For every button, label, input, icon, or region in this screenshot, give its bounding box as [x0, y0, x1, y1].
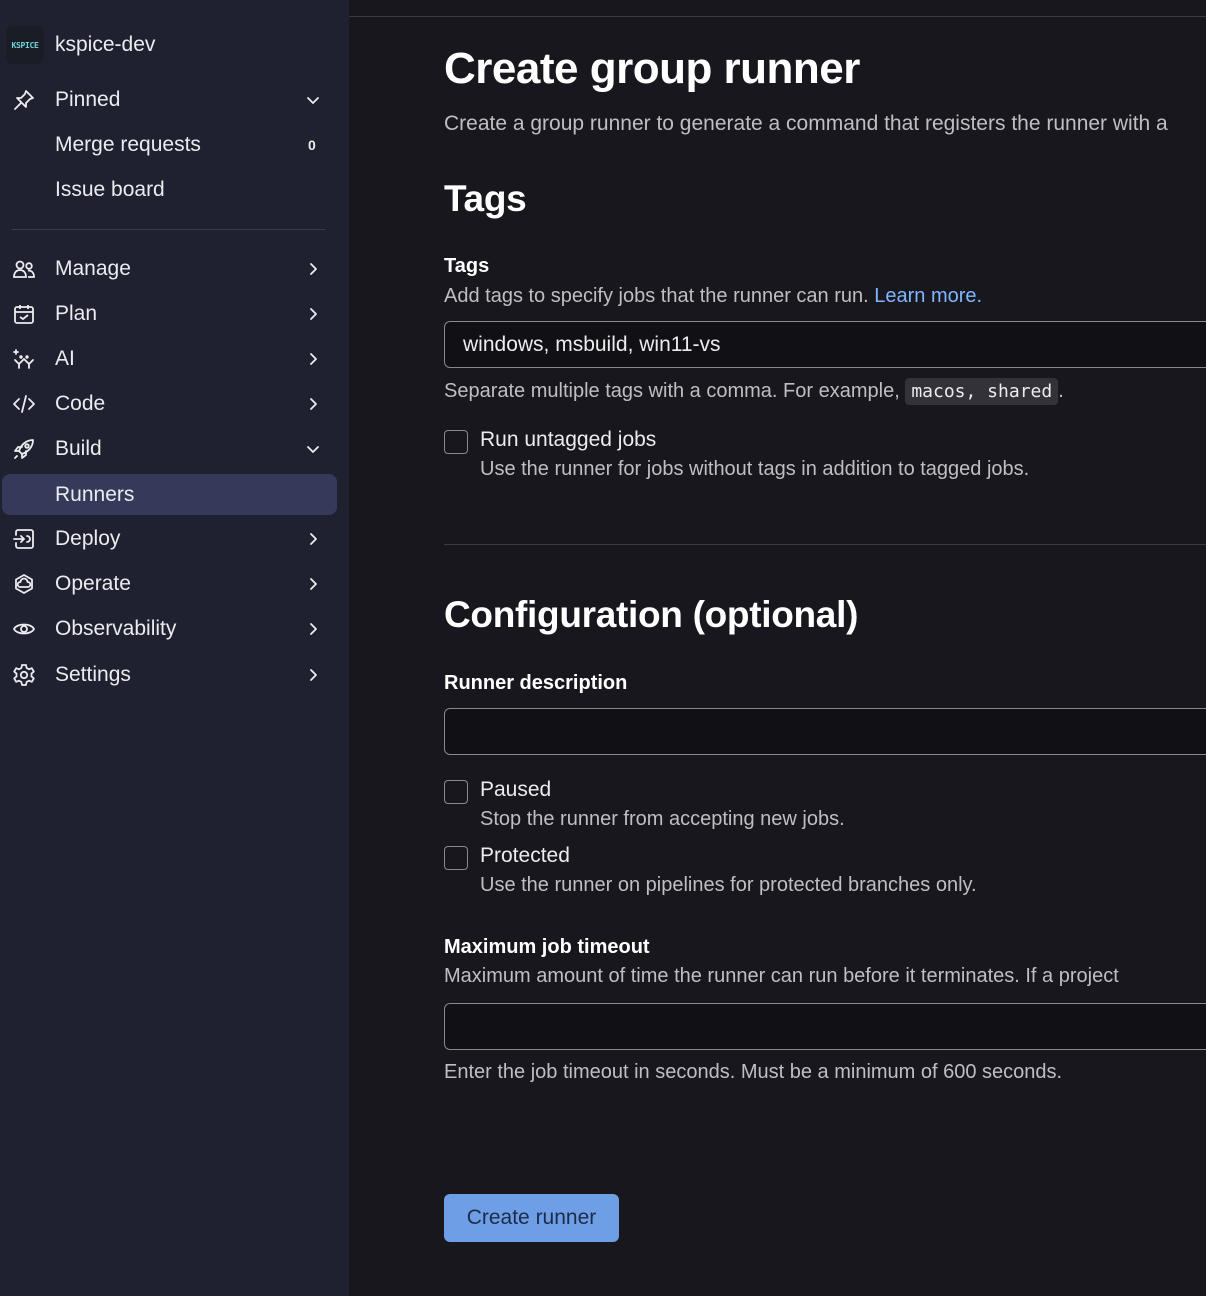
tags-help-suffix: . [1058, 380, 1064, 402]
tags-section-heading: Tags [444, 178, 527, 219]
sidebar-item-label: Build [55, 436, 102, 460]
sidebar-item-deploy[interactable]: Deploy [2, 518, 337, 559]
protected-label[interactable]: Protected [480, 844, 570, 868]
chevron-right-icon [310, 263, 317, 275]
chevron-down-icon [307, 446, 319, 453]
chevron-down-icon [307, 97, 319, 104]
protected-checkbox[interactable] [444, 846, 468, 870]
chevron-right-icon [310, 669, 317, 681]
paused-help: Stop the runner from accepting new jobs. [480, 808, 845, 830]
max-timeout-description: Maximum amount of time the runner can ru… [444, 965, 1119, 987]
tags-description-text: Add tags to specify jobs that the runner… [444, 285, 869, 307]
page-description: Create a group runner to generate a comm… [444, 112, 1168, 135]
sidebar-section-pinned[interactable]: Pinned [2, 79, 337, 120]
tags-input[interactable] [445, 322, 1206, 367]
sparkle-icon [13, 349, 34, 369]
sidebar-item-build[interactable]: Build [2, 428, 337, 469]
sidebar-item-label: Runners [55, 482, 135, 506]
page-title: Create group runner [444, 44, 860, 93]
sidebar-item-label: Plan [55, 301, 98, 325]
group-switcher[interactable]: KSPICE kspice-dev [6, 26, 155, 64]
sidebar-item-label: Pinned [55, 87, 121, 111]
max-timeout-label: Maximum job timeout [444, 936, 650, 958]
tags-label: Tags [444, 255, 490, 277]
sidebar-item-ai[interactable]: AI [2, 338, 337, 379]
thumbtack-icon [14, 90, 34, 110]
chevron-right-icon [310, 398, 317, 410]
group-name: kspice-dev [55, 33, 156, 56]
runner-description-label: Runner description [444, 672, 628, 694]
chevron-right-icon [310, 533, 317, 545]
paused-checkbox[interactable] [444, 780, 468, 804]
run-untagged-checkbox[interactable] [444, 430, 468, 454]
sidebar-divider [12, 229, 325, 230]
sidebar-item-runners[interactable]: Runners [2, 474, 337, 515]
create-runner-button[interactable]: Create runner [444, 1194, 619, 1242]
sidebar-item-merge-requests[interactable]: Merge requests 0 [2, 124, 337, 165]
tags-example-code: macos, shared [905, 378, 1059, 405]
sidebar-item-label: Code [55, 391, 106, 415]
tags-help: Separate multiple tags with a comma. For… [444, 378, 1064, 405]
sidebar: KSPICE kspice-dev Pinned Merge requests … [0, 0, 349, 1296]
configuration-section-heading: Configuration (optional) [444, 594, 859, 635]
sidebar-item-label: Merge requests [55, 132, 201, 156]
group-avatar: KSPICE [6, 26, 44, 64]
run-untagged-label[interactable]: Run untagged jobs [480, 428, 656, 452]
run-untagged-help: Use the runner for jobs without tags in … [480, 458, 1030, 480]
sidebar-item-settings[interactable]: Settings [2, 654, 337, 695]
chevron-right-icon [310, 308, 317, 320]
max-timeout-input[interactable] [445, 1004, 1206, 1049]
sidebar-item-label: Issue board [55, 177, 165, 201]
eye-icon [12, 623, 36, 635]
tags-description: Add tags to specify jobs that the runner… [444, 285, 982, 308]
sidebar-item-label: AI [55, 346, 75, 370]
sidebar-item-label: Settings [55, 662, 131, 686]
sidebar-item-observability[interactable]: Observability [2, 608, 337, 649]
deploy-icon [13, 529, 34, 549]
max-timeout-wrapper [444, 1003, 1206, 1050]
protected-help: Use the runner on pipelines for protecte… [480, 874, 977, 896]
max-timeout-help: Enter the job timeout in seconds. Must b… [444, 1061, 1063, 1083]
rocket-icon [14, 439, 34, 459]
learn-more-link[interactable]: Learn more. [874, 285, 982, 307]
chevron-right-icon [310, 353, 317, 365]
sidebar-item-label: Deploy [55, 526, 121, 550]
chevron-right-icon [310, 623, 317, 635]
sidebar-item-label: Operate [55, 571, 131, 595]
tags-input-wrapper [444, 321, 1206, 368]
tags-help-text: Separate multiple tags with a comma. For… [444, 380, 900, 402]
paused-label[interactable]: Paused [480, 778, 551, 802]
header-border [349, 16, 1206, 17]
section-divider [444, 544, 1206, 545]
sidebar-item-label: Manage [55, 256, 131, 280]
sidebar-item-operate[interactable]: Operate [2, 563, 337, 604]
count-badge: 0 [308, 136, 316, 153]
cloud-icon [15, 574, 33, 594]
sidebar-item-manage[interactable]: Manage [2, 248, 337, 289]
sidebar-item-plan[interactable]: Plan [2, 293, 337, 334]
code-icon [13, 395, 35, 413]
runner-description-input[interactable] [445, 709, 1206, 754]
sidebar-item-code[interactable]: Code [2, 383, 337, 424]
users-icon [13, 260, 35, 278]
sidebar-item-issue-board[interactable]: Issue board [2, 169, 337, 210]
chevron-right-icon [310, 578, 317, 590]
gear-icon [13, 664, 35, 686]
sidebar-item-label: Observability [55, 616, 177, 640]
runner-description-wrapper [444, 708, 1206, 755]
calendar-icon [14, 305, 34, 324]
